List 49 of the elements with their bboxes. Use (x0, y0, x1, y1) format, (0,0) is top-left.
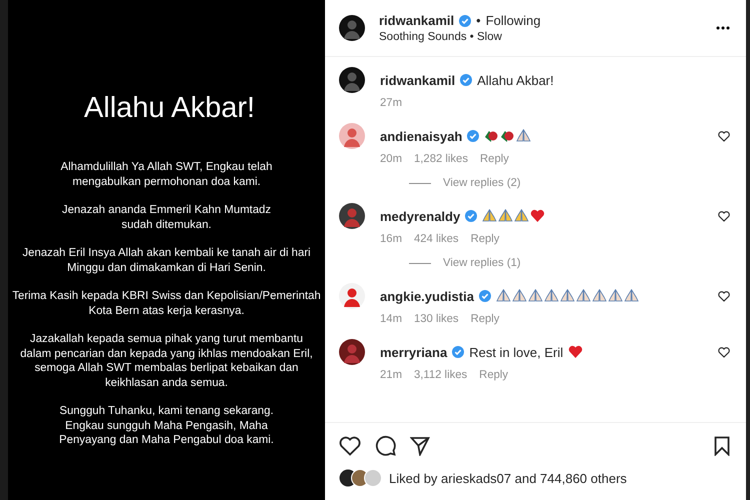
separator-dot: • (476, 13, 481, 28)
following-button[interactable]: Following (486, 13, 541, 28)
heart-emoji-icon (530, 209, 546, 223)
timestamp: 20m (380, 153, 402, 165)
username[interactable]: ridwankamil (380, 72, 456, 88)
like-count[interactable]: 1,282 likes (414, 153, 468, 165)
post-paragraph: Alhamdulillah Ya Allah SWT, Engkau telah mengabulkan permohonan doa kami. (60, 160, 272, 189)
like-icon[interactable] (718, 291, 730, 302)
timestamp: 27m (380, 97, 402, 109)
like-count[interactable]: 424 likes (414, 233, 459, 245)
like-icon[interactable] (718, 211, 730, 222)
avatar[interactable] (339, 339, 365, 365)
audio-label[interactable]: Soothing Sounds • Slow (379, 31, 702, 43)
like-icon[interactable] (339, 436, 361, 456)
post-paragraph: Jenazah ananda Emmeril Kahn Mumtadz sudah ditemukan. (62, 203, 271, 232)
username[interactable]: ridwankamil (379, 13, 454, 28)
comment-icon[interactable] (375, 435, 396, 456)
avatar[interactable] (339, 15, 365, 41)
bookmark-icon[interactable] (714, 436, 730, 456)
timestamp: 21m (380, 369, 402, 381)
share-icon[interactable] (410, 436, 430, 456)
like-icon[interactable] (718, 347, 730, 358)
post-paragraph: Jenazah Eril Insya Allah akan kembali ke tanah air di hari Minggu dan dimakamkan di Hari Senin. (22, 246, 311, 275)
comment-text: Rest in love, Eril (469, 344, 564, 360)
like-icon[interactable] (718, 131, 730, 142)
reply-link[interactable]: Reply (479, 369, 508, 381)
timestamp: 16m (380, 233, 402, 245)
reply-link[interactable]: Reply (470, 233, 500, 245)
username[interactable]: medyrenaldy (380, 208, 460, 224)
post-paragraph: Sungguh Tuhanku, kami tenang sekarang. Engkau sungguh Maha Pengasih, Maha Penyayang dan Maha Pengabul doa kami. (59, 404, 274, 448)
reply-link[interactable]: Reply (480, 153, 509, 165)
avatar[interactable] (339, 203, 365, 229)
post-paragraph: Jazakallah kepada semua pihak yang turut membantu dalam pencarian dan kepada yang ikhlas mendoakan Eril, semoga Allah SWT membalas berlipat kebaikan dan keikhlasan anda semua. (20, 332, 313, 390)
timestamp: 14m (380, 313, 402, 325)
heart-emoji-icon (568, 345, 584, 359)
caption-text: Allahu Akbar! (477, 72, 554, 88)
username[interactable]: merryriana (380, 344, 448, 360)
reply-link[interactable]: Reply (470, 313, 500, 325)
view-replies-link[interactable]: View replies (1) (443, 257, 521, 269)
post-paragraph: Terima Kasih kepada KBRI Swiss dan Kepolisian/Pemerintah Kota Bern atas kerja kerasnya. (12, 289, 321, 318)
username[interactable]: angkie.yudistia (380, 288, 474, 304)
more-icon[interactable] (716, 26, 730, 30)
liked-by-text: Liked by arieskads07 and 744,860 others (389, 470, 627, 486)
view-replies-link[interactable]: View replies (2) (443, 177, 521, 189)
avatar[interactable] (339, 67, 365, 93)
username[interactable]: andienaisyah (380, 128, 462, 144)
like-count[interactable]: 3,112 likes (414, 369, 468, 381)
like-count[interactable]: 130 likes (414, 313, 459, 325)
post-title: Allahu Akbar! (83, 92, 255, 125)
